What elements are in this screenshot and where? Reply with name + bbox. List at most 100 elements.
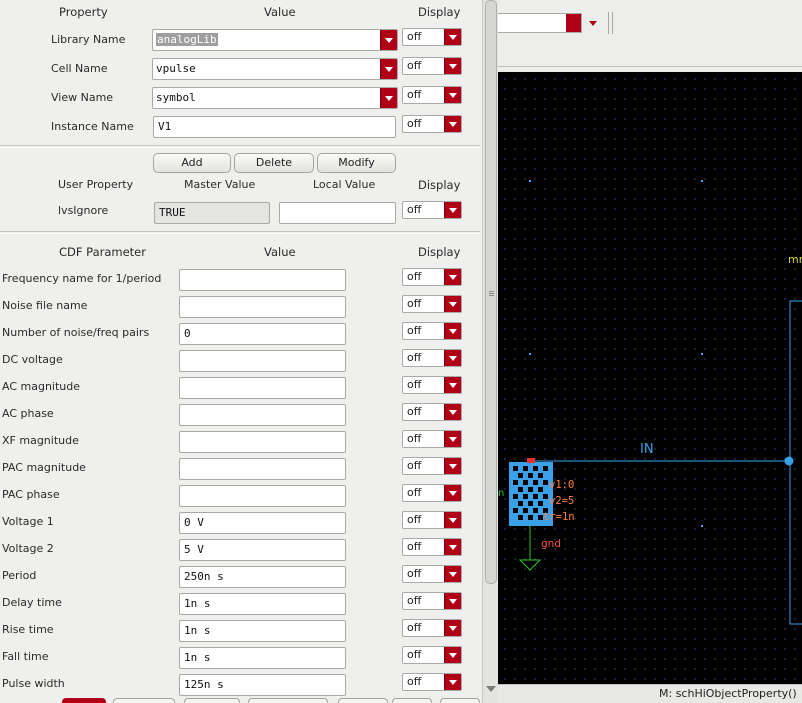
pac-magnitude-input[interactable] bbox=[179, 458, 346, 480]
header-cdf-value: Value bbox=[264, 245, 296, 259]
display-value: off bbox=[407, 405, 422, 418]
instance-name-input[interactable]: V1 bbox=[153, 116, 396, 138]
fall-time-input[interactable]: 1n s bbox=[179, 647, 346, 669]
chevron-down-icon[interactable] bbox=[566, 14, 581, 32]
voltage-1-input[interactable]: 0 V bbox=[179, 512, 346, 534]
schematic-canvas[interactable]: IN mm v1:0 v2=5 tr=1n n gnd bbox=[498, 72, 802, 684]
chevron-down-icon[interactable] bbox=[444, 647, 461, 663]
noise-file-name-input[interactable] bbox=[179, 296, 346, 318]
ac-magnitude-input[interactable] bbox=[179, 377, 346, 399]
display-value: off bbox=[407, 486, 422, 499]
cell-name-dropdown-arrow-icon[interactable] bbox=[380, 59, 397, 79]
chevron-down-icon[interactable] bbox=[444, 116, 461, 132]
dc-voltage-input[interactable] bbox=[179, 350, 346, 372]
ok-button-partial[interactable] bbox=[62, 698, 106, 703]
period-input[interactable]: 250n s bbox=[179, 566, 346, 588]
cell-name-combo[interactable]: vpulse bbox=[152, 58, 398, 80]
help-button-partial[interactable] bbox=[440, 698, 480, 703]
chevron-down-icon[interactable] bbox=[444, 485, 461, 501]
ac-phase-label: AC phase bbox=[2, 407, 54, 420]
view-name-combo[interactable]: symbol bbox=[152, 87, 398, 109]
chevron-down-icon[interactable] bbox=[444, 593, 461, 609]
dc-voltage-display-select[interactable]: off bbox=[402, 349, 462, 367]
chevron-down-icon[interactable] bbox=[444, 87, 461, 103]
xf-magnitude-input[interactable] bbox=[179, 431, 346, 453]
lvsignore-display-select[interactable]: off bbox=[402, 201, 462, 219]
chevron-down-icon[interactable] bbox=[444, 350, 461, 366]
next-button-partial[interactable] bbox=[392, 698, 432, 703]
chevron-down-icon[interactable] bbox=[444, 512, 461, 528]
display-value: off bbox=[407, 59, 422, 72]
grid-marker bbox=[701, 180, 703, 182]
chevron-down-icon[interactable] bbox=[444, 377, 461, 393]
number-of-noise-freq-pairs-input[interactable]: 0 bbox=[179, 323, 346, 345]
delete-button[interactable]: Delete bbox=[234, 153, 314, 173]
chevron-down-icon[interactable] bbox=[444, 539, 461, 555]
display-value: off bbox=[407, 648, 422, 661]
delay-time-display-select[interactable]: off bbox=[402, 592, 462, 610]
header-master-value: Master Value bbox=[184, 178, 256, 191]
library-name-dropdown-arrow-icon[interactable] bbox=[380, 30, 397, 50]
chevron-down-icon[interactable] bbox=[444, 269, 461, 285]
previous-button-partial[interactable] bbox=[338, 698, 388, 703]
chevron-down-icon[interactable] bbox=[444, 458, 461, 474]
lvsignore-local-value-input[interactable] bbox=[279, 202, 396, 224]
delay-time-input[interactable]: 1n s bbox=[179, 593, 346, 615]
pulse-width-display-select[interactable]: off bbox=[402, 673, 462, 691]
rise-time-input[interactable]: 1n s bbox=[179, 620, 346, 642]
ac-phase-input[interactable] bbox=[179, 404, 346, 426]
ac-phase-display-select[interactable]: off bbox=[402, 403, 462, 421]
cell-name-display-select[interactable]: off bbox=[402, 57, 462, 75]
form-scrollbar[interactable] bbox=[482, 0, 498, 703]
chevron-down-icon[interactable] bbox=[444, 323, 461, 339]
display-value: off bbox=[407, 351, 422, 364]
chevron-down-icon[interactable] bbox=[444, 566, 461, 582]
toolbar-combo[interactable] bbox=[498, 13, 582, 33]
number-of-noise-freq-pairs-display-select[interactable]: off bbox=[402, 322, 462, 340]
chevron-down-icon[interactable] bbox=[444, 620, 461, 636]
instance-name-display-select[interactable]: off bbox=[402, 115, 462, 133]
rise-time-display-select[interactable]: off bbox=[402, 619, 462, 637]
cancel-button-partial[interactable] bbox=[113, 698, 175, 703]
scrollbar-thumb[interactable] bbox=[485, 0, 497, 584]
header-user-property: User Property bbox=[58, 178, 134, 191]
pac-magnitude-display-select[interactable]: off bbox=[402, 457, 462, 475]
voltage-1-display-select[interactable]: off bbox=[402, 511, 462, 529]
xf-magnitude-display-select[interactable]: off bbox=[402, 430, 462, 448]
chevron-down-icon[interactable] bbox=[444, 296, 461, 312]
period-label: Period bbox=[2, 569, 37, 582]
frequency-name-for-1-period-input[interactable] bbox=[179, 269, 346, 291]
schematic-toolbar bbox=[498, 0, 802, 72]
chevron-down-icon[interactable] bbox=[444, 674, 461, 690]
apply-button-partial[interactable] bbox=[184, 698, 240, 703]
toolbar-menu-arrow-icon[interactable] bbox=[589, 21, 597, 26]
fall-time-label: Fall time bbox=[2, 650, 49, 663]
chevron-down-icon[interactable] bbox=[444, 431, 461, 447]
view-name-dropdown-arrow-icon[interactable] bbox=[380, 88, 397, 108]
pac-phase-label: PAC phase bbox=[2, 488, 60, 501]
pulse-width-input[interactable]: 125n s bbox=[179, 674, 346, 696]
cell-name-value: vpulse bbox=[156, 62, 196, 75]
library-name-combo[interactable]: analogLib bbox=[152, 29, 398, 51]
modify-button[interactable]: Modify bbox=[317, 153, 396, 173]
library-name-display-select[interactable]: off bbox=[402, 28, 462, 46]
ac-magnitude-display-select[interactable]: off bbox=[402, 376, 462, 394]
pac-phase-display-select[interactable]: off bbox=[402, 484, 462, 502]
voltage-2-display-select[interactable]: off bbox=[402, 538, 462, 556]
chevron-down-icon[interactable] bbox=[444, 404, 461, 420]
fall-time-display-select[interactable]: off bbox=[402, 646, 462, 664]
add-button[interactable]: Add bbox=[153, 153, 231, 173]
period-display-select[interactable]: off bbox=[402, 565, 462, 583]
chevron-down-icon[interactable] bbox=[444, 29, 461, 45]
noise-file-name-display-select[interactable]: off bbox=[402, 295, 462, 313]
chevron-down-icon[interactable] bbox=[444, 58, 461, 74]
view-name-display-select[interactable]: off bbox=[402, 86, 462, 104]
chevron-down-icon[interactable] bbox=[444, 202, 461, 218]
defaults-button-partial[interactable] bbox=[248, 698, 328, 703]
instance-label-v1: v1:0 bbox=[549, 479, 575, 491]
voltage-2-input[interactable]: 5 V bbox=[179, 539, 346, 561]
frequency-name-for-1-period-label: Frequency name for 1/period bbox=[2, 272, 162, 285]
frequency-name-for-1-period-display-select[interactable]: off bbox=[402, 268, 462, 286]
scroll-down-arrow-icon[interactable] bbox=[486, 686, 496, 692]
pac-phase-input[interactable] bbox=[179, 485, 346, 507]
